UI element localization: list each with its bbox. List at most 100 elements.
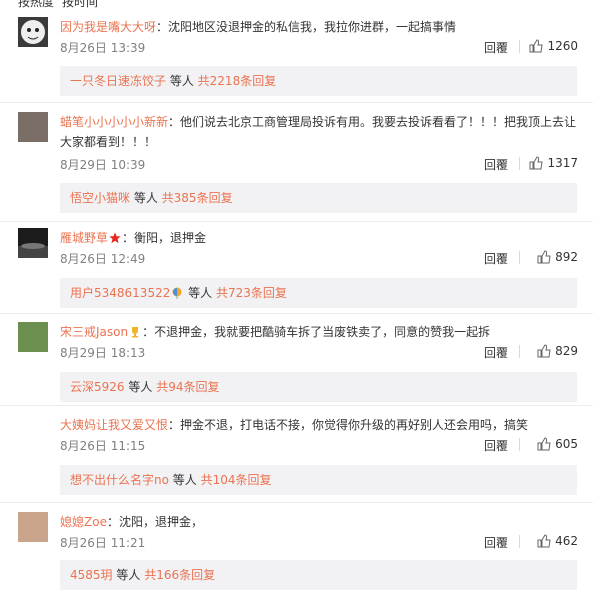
like-count: 892 (555, 250, 578, 264)
reply-mid-text: 等人 (130, 191, 158, 205)
like-count: 462 (555, 534, 578, 548)
divider (0, 502, 593, 503)
comment-username[interactable]: 宋三戒Jason (60, 325, 128, 339)
sort-by-hot-tab[interactable]: 按热度 (18, 0, 54, 10)
comment-date: 8月26日 13:39 (60, 41, 146, 55)
comment-actions: 回覆 829 (438, 344, 578, 360)
comment-text-line: 媳媳Zoe：沈阳，退押金， (60, 512, 580, 532)
reply-count[interactable]: 共2218条回复 (194, 74, 277, 88)
avatar[interactable] (18, 322, 48, 352)
like-button[interactable]: 1260 (529, 39, 578, 53)
comment-text-line: 大姨妈让我又爱又恨：押金不退，打电话不接，你觉得你升级的再好别人还会用吗，搞笑 (60, 415, 580, 435)
reply-button[interactable]: 回覆 (484, 39, 508, 56)
like-button[interactable]: 1317 (529, 156, 578, 170)
comment-actions: 回覆 1317 (438, 156, 578, 172)
comment-username[interactable]: 雁城野草 (60, 231, 108, 245)
reply-username[interactable]: 一只冬日速冻饺子 (70, 74, 166, 88)
avatar[interactable] (18, 17, 48, 47)
reply-username[interactable]: 用户5348613522 (70, 286, 170, 300)
reply-username[interactable]: 想不出什么名字no (70, 473, 169, 487)
thumbs-up-icon (529, 156, 544, 170)
comment-text-line: 因为我是嘴大大呀：沈阳地区没退押金的私信我，我拉你进群，一起搞事情 (60, 17, 580, 37)
avatar[interactable] (18, 112, 48, 142)
comment-text: ：沈阳地区没退押金的私信我，我拉你进群，一起搞事情 (156, 20, 457, 34)
star-badge-icon (109, 232, 121, 244)
comment-actions: 回覆 462 (438, 534, 578, 550)
reply-summary[interactable]: 悟空小猫咪 等人 共385条回复 (60, 183, 577, 213)
thumbs-up-icon (537, 250, 551, 264)
trophy-badge-icon (132, 327, 139, 338)
reply-mid-text: 等人 (184, 286, 213, 300)
avatar[interactable] (18, 512, 48, 542)
divider (0, 102, 593, 103)
reply-count[interactable]: 共94条回复 (152, 380, 219, 394)
reply-summary[interactable]: 4585玥 等人 共166条回复 (60, 560, 577, 590)
balloon-badge-icon (172, 287, 182, 299)
like-count: 605 (555, 437, 578, 451)
comment-date: 8月26日 12:49 (60, 252, 146, 266)
divider (0, 313, 593, 314)
avatar[interactable] (18, 228, 48, 258)
comment-username[interactable]: 因为我是嘴大大呀 (60, 20, 156, 34)
comment-text: ：沈阳，退押金， (106, 515, 203, 529)
sort-tabs: 按热度 按时间 (0, 0, 593, 10)
reply-button[interactable]: 回覆 (484, 156, 508, 173)
divider (519, 345, 520, 358)
like-button[interactable]: 892 (537, 250, 578, 264)
comment-actions: 回覆 892 (438, 250, 578, 266)
comment-date: 8月29日 10:39 (60, 158, 146, 172)
reply-summary[interactable]: 一只冬日速冻饺子 等人 共2218条回复 (60, 66, 577, 96)
divider (519, 535, 520, 548)
reply-count[interactable]: 共385条回复 (158, 191, 233, 205)
avatar-landscape-icon (18, 243, 48, 258)
thumbs-up-icon (537, 437, 551, 451)
divider (519, 157, 520, 170)
reply-username[interactable]: 云深5926 (70, 380, 125, 394)
reply-summary[interactable]: 用户5348613522 等人 共723条回复 (60, 278, 577, 308)
reply-summary[interactable]: 想不出什么名字no 等人 共104条回复 (60, 465, 577, 495)
comment-text: ：押金不退，打电话不接，你觉得你升级的再好别人还会用吗，搞笑 (168, 418, 529, 432)
reply-summary[interactable]: 云深5926 等人 共94条回复 (60, 372, 577, 402)
comment-text: ：衡阳，退押金 (122, 231, 207, 245)
reply-button[interactable]: 回覆 (484, 437, 508, 454)
comment-username[interactable]: 大姨妈让我又爱又恨 (60, 418, 168, 432)
comment-actions: 回覆 605 (438, 437, 578, 453)
divider (519, 251, 520, 264)
comment-date: 8月26日 11:15 (60, 439, 146, 453)
like-button[interactable]: 462 (537, 534, 578, 548)
divider (519, 40, 520, 53)
comment-text: ：不退押金，我就要把酷骑车拆了当废铁卖了，同意的赞我一起拆 (142, 325, 491, 339)
reply-button[interactable]: 回覆 (484, 250, 508, 267)
comment-date: 8月26日 11:21 (60, 536, 146, 550)
reply-mid-text: 等人 (124, 380, 153, 394)
comment-text-line: 蜡笔小小小小小新新：他们说去北京工商管理局投诉有用。我要去投诉看看了！！！把我顶… (60, 112, 580, 152)
comment-actions: 回覆 1260 (438, 39, 578, 55)
reply-mid-text: 等人 (168, 473, 197, 487)
avatar-cartoon-icon (21, 20, 45, 44)
comment-username[interactable]: 媳媳Zoe (60, 515, 107, 529)
thumbs-up-icon (537, 534, 551, 548)
like-count: 829 (555, 344, 578, 358)
comment-username[interactable]: 蜡笔小小小小小新新 (60, 115, 168, 129)
reply-mid-text: 等人 (166, 74, 194, 88)
comment-date: 8月29日 18:13 (60, 346, 146, 360)
reply-count[interactable]: 共166条回复 (140, 568, 215, 582)
like-count: 1317 (547, 156, 578, 170)
divider (0, 221, 593, 222)
divider (519, 438, 520, 451)
sort-by-time-tab[interactable]: 按时间 (62, 0, 98, 10)
thumbs-up-icon (537, 344, 551, 358)
reply-username[interactable]: 4585玥 (70, 568, 113, 582)
comment-text-line: 宋三戒Jason ：不退押金，我就要把酷骑车拆了当废铁卖了，同意的赞我一起拆 (60, 322, 580, 342)
thumbs-up-icon (529, 39, 544, 53)
reply-button[interactable]: 回覆 (484, 344, 508, 361)
reply-count[interactable]: 共104条回复 (197, 473, 272, 487)
reply-mid-text: 等人 (112, 568, 141, 582)
comment-text-line: 雁城野草 ：衡阳，退押金 (60, 228, 580, 248)
divider (0, 405, 593, 406)
reply-button[interactable]: 回覆 (484, 534, 508, 551)
like-button[interactable]: 605 (537, 437, 578, 451)
reply-count[interactable]: 共723条回复 (212, 286, 287, 300)
like-button[interactable]: 829 (537, 344, 578, 358)
reply-username[interactable]: 悟空小猫咪 (70, 191, 130, 205)
